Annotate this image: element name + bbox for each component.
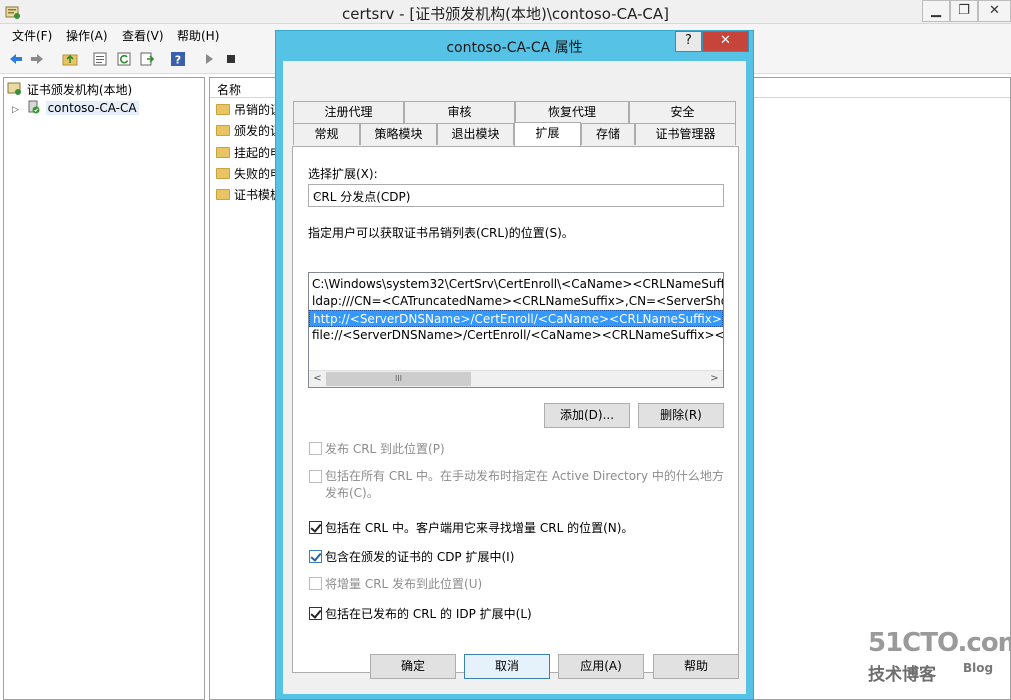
forward-arrow-icon[interactable]	[29, 51, 45, 67]
main-title-bar: certsrv - [证书颁发机构(本地)\contoso-CA-CA] ▁ ❐…	[0, 0, 1011, 24]
watermark-subtext: 技术博客	[868, 665, 936, 685]
location-item[interactable]: C:\Windows\system32\CertSrv\CertEnroll\<…	[309, 276, 723, 293]
expand-arrow-icon[interactable]: ▷	[12, 105, 19, 115]
window-title: certsrv - [证书颁发机构(本地)\contoso-CA-CA]	[341, 5, 670, 23]
svg-text:?: ?	[175, 54, 181, 67]
tab-enrollment-agents[interactable]: 注册代理	[293, 101, 404, 123]
tab-security[interactable]: 安全	[629, 101, 736, 123]
help-button[interactable]: 帮助	[653, 654, 739, 679]
up-folder-icon[interactable]	[62, 51, 78, 67]
help-icon[interactable]: ?	[170, 51, 186, 67]
include-in-crls-checkbox[interactable]	[309, 521, 322, 534]
tab-recovery-agents[interactable]: 恢复代理	[515, 101, 629, 123]
chevron-down-icon[interactable]: ⌵	[313, 188, 719, 202]
location-item[interactable]: ldap:///CN=<CATruncatedName><CRLNameSuff…	[309, 293, 723, 310]
dialog-body: 注册代理 审核 恢复代理 安全 常规 策略模块 退出模块 扩展 存储 证书管理器…	[283, 61, 746, 694]
include-all-crls-checkbox[interactable]	[309, 470, 322, 483]
export-icon[interactable]	[139, 51, 155, 67]
watermark-logo: 51CTO.com 技术博客 Blog	[858, 628, 1011, 688]
dialog-close-button[interactable]: ✕	[702, 31, 749, 52]
ca-server-icon	[28, 100, 40, 114]
folder-icon	[216, 125, 230, 136]
extensions-tab-panel: 选择扩展(X): CRL 分发点(CDP) ⌵ 指定用户可以获取证书吊销列表(C…	[292, 146, 739, 673]
include-idp-extension-label: 包括在已发布的 CRL 的 IDP 扩展中(L)	[325, 607, 532, 621]
tab-policy-module[interactable]: 策略模块	[360, 123, 437, 145]
scroll-left-icon[interactable]: <	[309, 371, 326, 387]
publish-delta-crl-checkbox[interactable]	[309, 577, 322, 590]
locations-description: 指定用户可以获取证书吊销列表(CRL)的位置(S)。	[308, 226, 574, 240]
tree-item-contoso-ca[interactable]: ▷ contoso-CA-CA	[12, 100, 139, 118]
tab-general[interactable]: 常规	[293, 123, 360, 145]
list-item[interactable]: 吊销的证	[216, 101, 282, 119]
horizontal-scrollbar[interactable]: < III >	[309, 370, 723, 387]
back-arrow-icon[interactable]	[8, 51, 24, 67]
list-item[interactable]: 颁发的证	[216, 122, 282, 140]
properties-icon[interactable]	[92, 51, 108, 67]
folder-icon	[216, 168, 230, 179]
tab-extensions[interactable]: 扩展	[514, 122, 581, 146]
apply-button[interactable]: 应用(A)	[558, 654, 644, 679]
minimize-button[interactable]: ▁	[922, 0, 950, 22]
scroll-right-icon[interactable]: >	[706, 371, 723, 387]
ok-button[interactable]: 确定	[370, 654, 456, 679]
location-item-selected[interactable]: http://<ServerDNSName>/CertEnroll/<CaNam…	[309, 310, 723, 327]
list-item[interactable]: 挂起的申	[216, 144, 282, 162]
tree-root-label: 证书颁发机构(本地)	[26, 83, 133, 97]
location-item[interactable]: file://<ServerDNSName>/CertEnroll/<CaNam…	[309, 327, 723, 344]
stop-icon[interactable]	[223, 51, 239, 67]
crl-locations-list[interactable]: C:\Windows\system32\CertSrv\CertEnroll\<…	[308, 272, 724, 388]
select-extension-label: 选择扩展(X):	[308, 167, 378, 181]
properties-dialog: contoso-CA-CA 属性 ? ✕ 注册代理 审核 恢复代理 安全 常规 …	[275, 30, 754, 700]
watermark-blog: Blog	[963, 661, 994, 675]
tab-exit-module[interactable]: 退出模块	[437, 123, 514, 145]
folder-icon	[216, 189, 230, 200]
play-icon[interactable]	[201, 51, 217, 67]
console-tree: 证书颁发机构(本地) ▷ contoso-CA-CA	[3, 77, 205, 700]
folder-icon	[216, 147, 230, 158]
add-location-button[interactable]: 添加(D)...	[544, 403, 630, 428]
cancel-button[interactable]: 取消	[464, 654, 550, 679]
menu-view[interactable]: 查看(V)	[122, 27, 164, 44]
scroll-thumb[interactable]: III	[326, 372, 471, 386]
include-cdp-extension-label: 包含在颁发的证书的 CDP 扩展中(I)	[325, 550, 515, 564]
watermark-text: 51CTO.com	[868, 628, 1011, 658]
include-idp-extension-checkbox[interactable]	[309, 607, 322, 620]
folder-icon	[216, 104, 230, 115]
include-all-crls-label: 包括在所有 CRL 中。在手动发布时指定在 Active Directory 中…	[325, 469, 724, 483]
column-name[interactable]: 名称	[217, 81, 241, 98]
include-all-crls-label-line2: 发布(C)。	[325, 486, 379, 500]
include-in-crls-label: 包括在 CRL 中。客户端用它来寻找增量 CRL 的位置(N)。	[325, 521, 634, 535]
remove-location-button[interactable]: 删除(R)	[638, 403, 724, 428]
dialog-help-button[interactable]: ?	[675, 31, 702, 52]
menu-help[interactable]: 帮助(H)	[177, 27, 219, 44]
maximize-button[interactable]: ❐	[950, 0, 978, 22]
list-item[interactable]: 证书模板	[216, 186, 282, 204]
extension-select[interactable]: CRL 分发点(CDP) ⌵	[308, 184, 724, 207]
list-item[interactable]: 失败的申	[216, 165, 282, 183]
tab-auditing[interactable]: 审核	[404, 101, 515, 123]
close-button[interactable]: ✕	[978, 0, 1011, 22]
refresh-icon[interactable]	[116, 51, 132, 67]
tab-certificate-managers[interactable]: 证书管理器	[635, 123, 736, 145]
tab-storage[interactable]: 存储	[581, 123, 635, 145]
publish-crl-checkbox[interactable]	[309, 442, 322, 455]
publish-delta-crl-label: 将增量 CRL 发布到此位置(U)	[325, 577, 483, 591]
include-cdp-extension-checkbox[interactable]	[309, 550, 322, 563]
ca-icon	[7, 82, 21, 95]
menu-action[interactable]: 操作(A)	[66, 27, 108, 44]
tree-item-label: contoso-CA-CA	[45, 101, 139, 115]
menu-file[interactable]: 文件(F)	[12, 27, 52, 44]
publish-crl-label: 发布 CRL 到此位置(P)	[325, 442, 445, 456]
tree-root[interactable]: 证书颁发机构(本地)	[7, 81, 132, 99]
